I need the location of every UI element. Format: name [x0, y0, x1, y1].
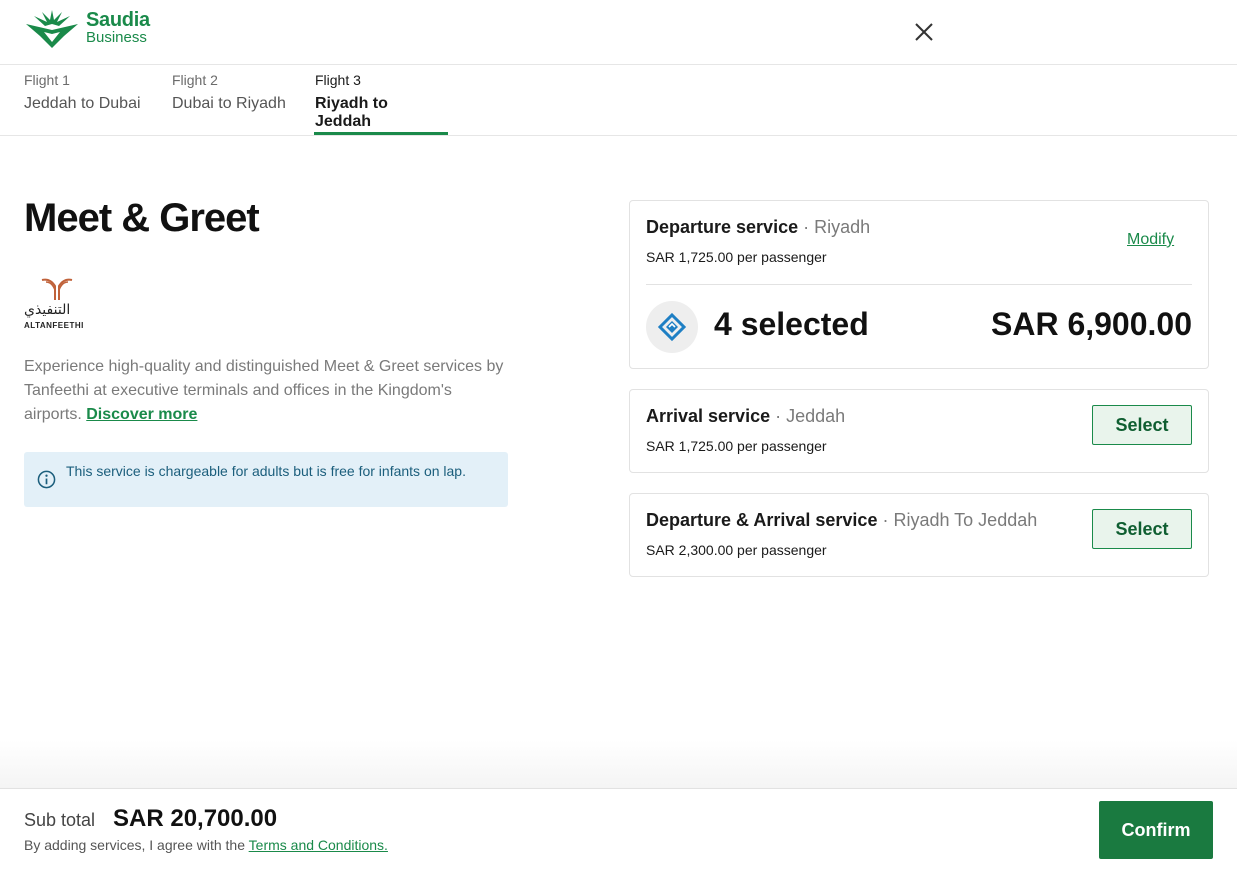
tab-flight-3[interactable]: Flight 3 Riyadh to Jeddah — [314, 65, 448, 135]
info-icon — [37, 470, 56, 489]
saudia-palm-icon — [26, 10, 78, 48]
service-price: SAR 2,300.00 per passenger — [646, 542, 827, 558]
partner-name-english: ALTANFEETHI — [24, 321, 84, 330]
brand-subname: Business — [86, 29, 147, 46]
discover-more-link[interactable]: Discover more — [86, 406, 197, 423]
footer-bar: Sub total SAR 20,700.00 By adding servic… — [0, 788, 1237, 873]
card-divider — [646, 284, 1192, 285]
tab-route: Dubai to Riyadh — [172, 95, 286, 112]
tab-route: Jeddah to Dubai — [24, 95, 141, 112]
service-location: · Riyadh — [803, 217, 871, 237]
subtotal-value: SAR 20,700.00 — [113, 805, 278, 832]
altanfeethi-logo: التنفيذي ALTANFEETHI — [24, 276, 94, 332]
saudia-business-logo[interactable]: Saudia Business — [24, 8, 150, 50]
terms-notice: By adding services, I agree with the Ter… — [24, 837, 388, 853]
handshake-icon — [657, 312, 687, 342]
departure-arrival-service-card: Departure & Arrival service · Riyadh To … — [629, 493, 1209, 577]
service-name: Departure & Arrival service — [646, 510, 878, 530]
confirm-button[interactable]: Confirm — [1099, 801, 1213, 859]
service-title: Departure service · Riyadh — [646, 217, 870, 238]
info-notice: This service is chargeable for adults bu… — [24, 452, 508, 507]
service-location: · Riyadh To Jeddah — [882, 510, 1038, 530]
info-text: This service is chargeable for adults bu… — [66, 463, 466, 479]
arrival-service-card: Arrival service · Jeddah SAR 1,725.00 pe… — [629, 389, 1209, 473]
service-location: · Jeddah — [775, 406, 846, 426]
footer-shadow — [0, 740, 1237, 788]
service-icon-badge — [646, 301, 698, 353]
tab-flight-2[interactable]: Flight 2 Dubai to Riyadh — [172, 65, 296, 135]
service-price: SAR 1,725.00 per passenger — [646, 249, 827, 265]
service-price: SAR 1,725.00 per passenger — [646, 438, 827, 454]
service-description: Experience high-quality and distinguishe… — [24, 355, 514, 427]
service-title: Arrival service · Jeddah — [646, 406, 845, 427]
top-bar: Saudia Business — [0, 0, 1237, 65]
terms-prefix: By adding services, I agree with the — [24, 837, 246, 853]
modify-link[interactable]: Modify — [1127, 231, 1174, 249]
partner-name-arabic: التنفيذي — [24, 301, 71, 317]
altanfeethi-emblem-icon — [41, 278, 73, 300]
service-name: Departure service — [646, 217, 799, 237]
brand-name: Saudia — [86, 9, 150, 31]
selected-total: SAR 6,900.00 — [990, 306, 1192, 342]
service-title: Departure & Arrival service · Riyadh To … — [646, 510, 1037, 531]
select-departure-arrival-button[interactable]: Select — [1092, 509, 1192, 549]
close-icon[interactable] — [910, 18, 938, 46]
flight-tabs: Flight 1 Jeddah to Dubai Flight 2 Dubai … — [0, 65, 1237, 136]
tab-number: Flight 1 — [24, 72, 70, 88]
page-title: Meet & Greet — [24, 196, 260, 240]
departure-service-card: Departure service · Riyadh SAR 1,725.00 … — [629, 200, 1209, 369]
select-arrival-button[interactable]: Select — [1092, 405, 1192, 445]
tab-flight-1[interactable]: Flight 1 Jeddah to Dubai — [24, 65, 152, 135]
subtotal-label: Sub total — [24, 810, 96, 830]
tab-number: Flight 3 — [315, 72, 361, 88]
tab-number: Flight 2 — [172, 72, 218, 88]
terms-link[interactable]: Terms and Conditions. — [249, 837, 388, 853]
selected-count: 4 selected — [714, 306, 869, 342]
service-name: Arrival service — [646, 406, 771, 426]
tab-route: Riyadh to Jeddah — [315, 95, 388, 130]
